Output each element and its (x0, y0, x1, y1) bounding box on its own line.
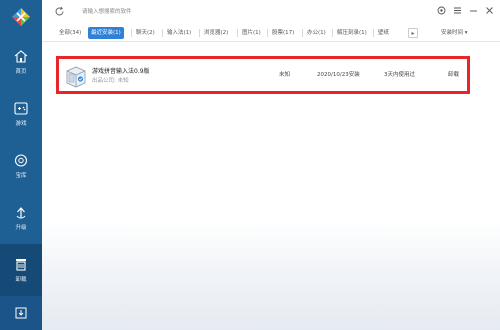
tab-divider (373, 29, 374, 37)
package-icon (66, 66, 86, 88)
tab-divider (302, 29, 303, 37)
refresh-icon[interactable] (54, 6, 65, 17)
app-logo (0, 0, 42, 34)
tab-divider (267, 29, 268, 37)
uninstall-icon (16, 258, 26, 271)
tab-input-method[interactable]: 输入法(1) (164, 27, 194, 39)
tab-divider (237, 29, 238, 37)
top-bar: 请输入想搜索的软件 (42, 0, 500, 24)
sidebar-item-label: 升级 (15, 224, 27, 231)
app-size: 未知 (279, 72, 291, 78)
sidebar-item-games[interactable]: 游戏 (0, 88, 42, 140)
app-last-used: 3天内使用过 (384, 72, 415, 78)
sidebar-item-label: 首页 (15, 68, 27, 75)
gamepad-icon (14, 101, 28, 115)
tab-compress-burn[interactable]: 解压刻录(1) (334, 27, 370, 39)
sidebar-item-treasure[interactable]: 宝库 (0, 140, 42, 192)
tab-image[interactable]: 图片(1) (239, 27, 264, 39)
download-icon (15, 307, 27, 319)
tab-recent-installs[interactable]: 最近安装(1) (88, 27, 124, 39)
tab-chat[interactable]: 聊天(2) (133, 27, 158, 39)
app-install-date: 2020/10/23安装 (317, 72, 360, 78)
tab-wallpaper[interactable]: 壁纸 (375, 27, 392, 39)
app-publisher: 出品公司: 未知 (92, 78, 129, 84)
sidebar: 首页 游戏 宝库 升级 卸载 (0, 0, 42, 330)
search-input[interactable]: 请输入想搜索的软件 (80, 5, 210, 19)
minimize-icon[interactable] (468, 4, 478, 16)
home-icon (14, 49, 28, 63)
download-manager-button[interactable] (0, 296, 42, 330)
app-list: 游戏拼音输入法0.9版 出品公司: 未知 未知 2020/10/23安装 3天内… (42, 42, 500, 330)
tab-divider (131, 29, 132, 37)
sidebar-item-upgrade[interactable]: 升级 (0, 192, 42, 244)
search-placeholder: 请输入想搜索的软件 (82, 9, 132, 15)
sidebar-item-label: 游戏 (15, 120, 27, 127)
tabs-next-arrow[interactable]: ▸ (408, 28, 418, 38)
settings-icon[interactable] (436, 4, 446, 16)
tab-divider (332, 29, 333, 37)
app-name: 游戏拼音输入法0.9版 (92, 68, 150, 75)
upgrade-icon (16, 206, 26, 218)
list-item[interactable]: 游戏拼音输入法0.9版 出品公司: 未知 未知 2020/10/23安装 3天内… (56, 56, 470, 94)
tab-office[interactable]: 办公(1) (304, 27, 329, 39)
close-icon[interactable] (484, 4, 494, 16)
category-tabs: 全部(34) 最近安装(1) 聊天(2) 输入法(1) 浏览器(2) 图片(1)… (42, 24, 500, 42)
window-controls (436, 4, 494, 16)
sidebar-item-home[interactable]: 首页 (0, 36, 42, 88)
tab-stocks[interactable]: 股票(17) (269, 27, 297, 39)
logo-icon (12, 8, 30, 26)
sidebar-item-label: 宝库 (15, 172, 27, 179)
tab-all[interactable]: 全部(34) (56, 27, 84, 39)
sort-dropdown[interactable]: 安装时间 ▾ (441, 27, 468, 39)
tab-browser[interactable]: 浏览器(2) (201, 27, 231, 39)
sidebar-item-uninstall[interactable]: 卸载 (0, 244, 42, 296)
menu-icon[interactable] (452, 4, 462, 16)
treasure-icon (14, 153, 28, 167)
tab-divider (199, 29, 200, 37)
sidebar-item-label: 卸载 (15, 276, 27, 283)
uninstall-button[interactable]: 卸载 (448, 70, 459, 78)
tab-divider (162, 29, 163, 37)
